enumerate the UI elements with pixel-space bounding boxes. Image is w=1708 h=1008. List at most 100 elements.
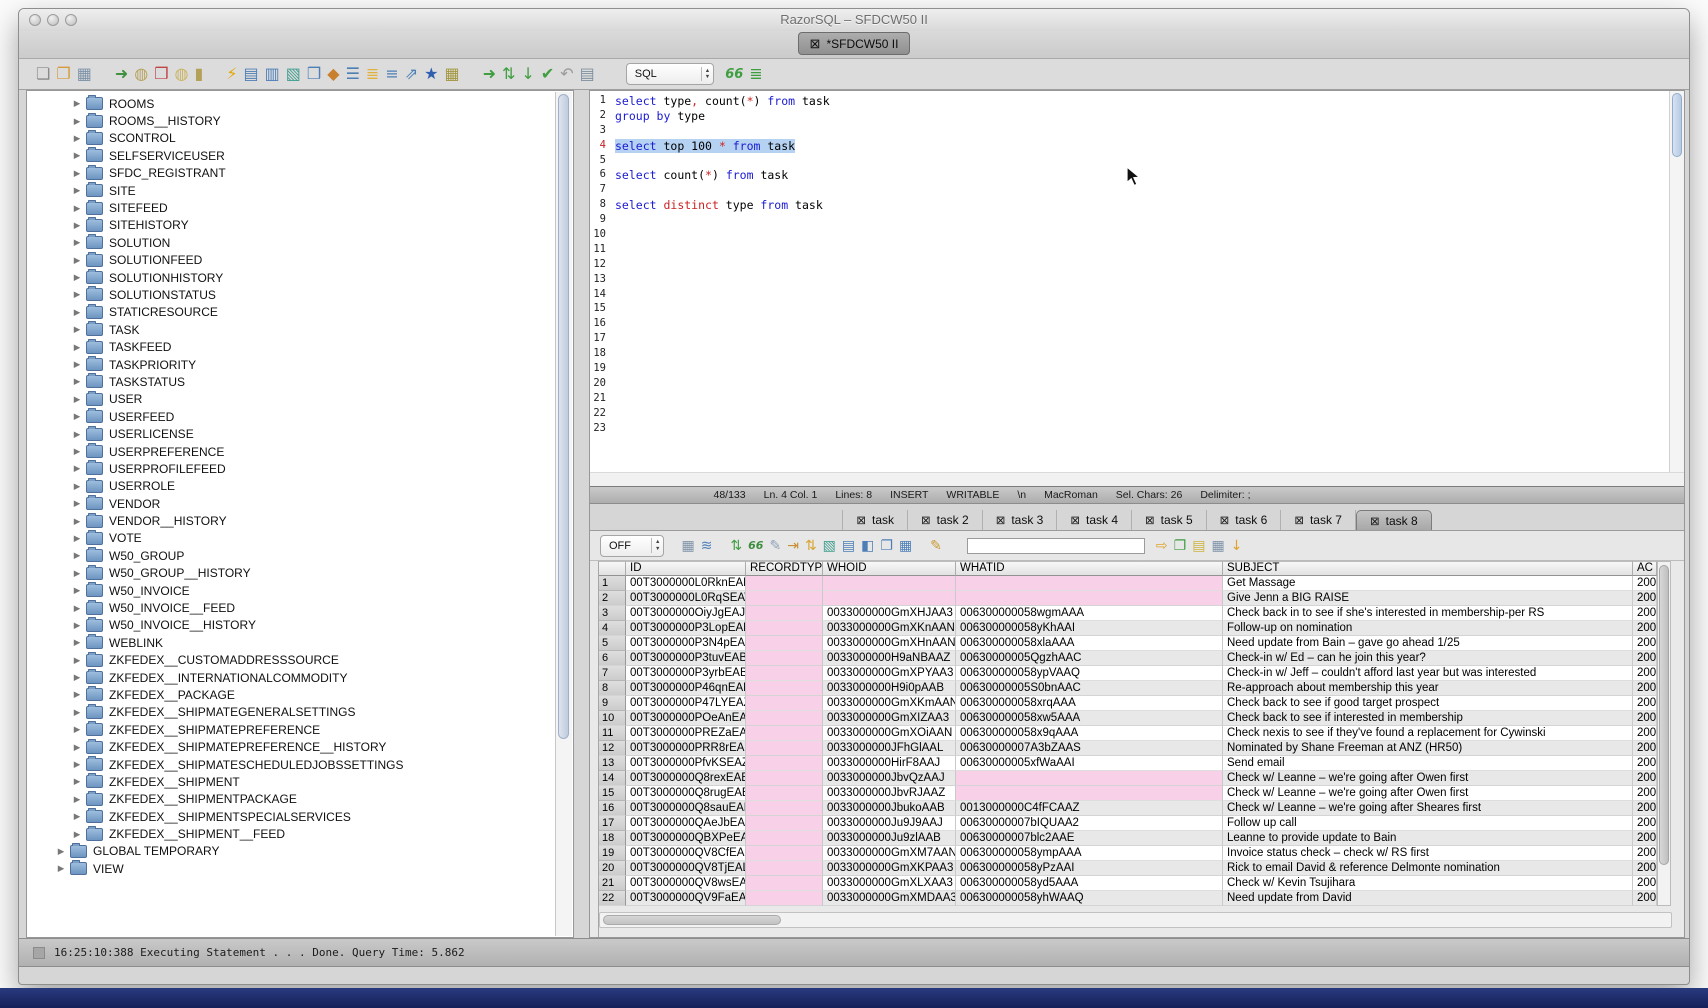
row-number-cell[interactable]: 1 bbox=[599, 576, 626, 591]
cell-subject[interactable]: Get Massage bbox=[1223, 576, 1633, 591]
disclosure-triangle-icon[interactable]: ▶ bbox=[71, 759, 83, 770]
cell-ac[interactable]: 2008 bbox=[1633, 771, 1657, 786]
tree-item-sitefeed[interactable]: ▶SITEFEED bbox=[28, 199, 556, 216]
cell-ac[interactable]: 2008 bbox=[1633, 636, 1657, 651]
cell-subject[interactable]: Check w/ Kevin Tsujihara bbox=[1223, 876, 1633, 891]
disclosure-triangle-icon[interactable]: ▶ bbox=[71, 707, 83, 718]
cell-subject[interactable]: Check-in w/ Ed – can he join this year? bbox=[1223, 651, 1633, 666]
row-number-cell[interactable]: 12 bbox=[599, 741, 626, 756]
table-row[interactable]: 2200T3000000QV9FaEAL0033000000GmXMDAA300… bbox=[599, 891, 1671, 906]
download-results-icon[interactable]: ↓ bbox=[1231, 539, 1243, 553]
cell-whoid[interactable] bbox=[823, 591, 956, 606]
export-results-icon[interactable]: ❐ bbox=[1174, 539, 1187, 553]
cell-recordtypeid[interactable] bbox=[746, 846, 823, 861]
cell-id[interactable]: 00T3000000Q8rexEAB bbox=[626, 771, 746, 786]
column-header-recordtypeid[interactable]: RECORDTYPEID bbox=[746, 561, 823, 576]
disclosure-triangle-icon[interactable]: ▶ bbox=[71, 776, 83, 787]
tab-close-icon[interactable]: ⊠ bbox=[1070, 513, 1080, 527]
disclosure-triangle-icon[interactable]: ▶ bbox=[71, 498, 83, 509]
cell-id[interactable]: 00T3000000P46qnEAB bbox=[626, 681, 746, 696]
cell-subject[interactable]: Nominated by Shane Freeman at ANZ (HR50) bbox=[1223, 741, 1633, 756]
cell-subject[interactable]: Check w/ Leanne – we're going after Owen… bbox=[1223, 771, 1633, 786]
refresh-icon[interactable]: ▧ bbox=[286, 66, 301, 82]
disclosure-triangle-icon[interactable]: ▶ bbox=[71, 724, 83, 735]
table-row[interactable]: 300T3000000OiyJgEAJ0033000000GmXHJAA3006… bbox=[599, 606, 1671, 621]
results-tab-7[interactable]: ⊠task 7 bbox=[1281, 510, 1356, 530]
database-object-tree[interactable]: ▶ROOMS▶ROOMS__HISTORY▶SCONTROL▶SELFSERVI… bbox=[28, 92, 556, 936]
tree-item-taskpriority[interactable]: ▶TASKPRIORITY bbox=[28, 356, 556, 373]
save-results-icon[interactable]: ▦ bbox=[681, 539, 694, 553]
insert-row-icon[interactable]: ⇥ bbox=[787, 539, 799, 553]
results-tab-5[interactable]: ⊠task 5 bbox=[1132, 510, 1207, 530]
tree-item-zkfedex__shipmentspecialservices[interactable]: ▶ZKFEDEX__SHIPMENTSPECIALSERVICES bbox=[28, 808, 556, 825]
tab-close-icon[interactable]: ⊠ bbox=[1145, 513, 1155, 527]
grid-corner-cell[interactable] bbox=[599, 561, 626, 576]
form-view-icon[interactable]: ◧ bbox=[861, 539, 874, 553]
tab-close-icon[interactable]: ⊠ bbox=[1220, 513, 1230, 527]
disclosure-triangle-icon[interactable]: ▶ bbox=[71, 603, 83, 614]
tab-close-icon[interactable]: ⊠ bbox=[856, 513, 866, 527]
cell-whatid[interactable]: 006300000058ypVAAQ bbox=[956, 666, 1223, 681]
table-row[interactable]: 1800T3000000QBXPeEAP0033000000Ju9zlAAB00… bbox=[599, 831, 1671, 846]
editor-horizontal-scrollbar[interactable] bbox=[590, 472, 1684, 486]
copy-table-icon[interactable]: ▦ bbox=[899, 539, 912, 553]
row-number-cell[interactable]: 16 bbox=[599, 801, 626, 816]
cell-ac[interactable]: 2008 bbox=[1633, 726, 1657, 741]
tree-item-selfserviceuser[interactable]: ▶SELFSERVICEUSER bbox=[28, 147, 556, 164]
tree-item-vendor__history[interactable]: ▶VENDOR__HISTORY bbox=[28, 512, 556, 529]
cell-whatid[interactable] bbox=[956, 786, 1223, 801]
cell-whatid[interactable]: 00630000007A3bZAAS bbox=[956, 741, 1223, 756]
tree-item-userrole[interactable]: ▶USERROLE bbox=[28, 478, 556, 495]
tree-item-scontrol[interactable]: ▶SCONTROL bbox=[28, 130, 556, 147]
cell-ac[interactable]: 2008 bbox=[1633, 621, 1657, 636]
cell-subject[interactable]: Check w/ Leanne – we're going after Shea… bbox=[1223, 801, 1633, 816]
cell-recordtypeid[interactable] bbox=[746, 606, 823, 621]
cell-ac[interactable]: 2008 bbox=[1633, 801, 1657, 816]
cell-ac[interactable]: 2008 bbox=[1633, 741, 1657, 756]
disclosure-triangle-icon[interactable]: ▶ bbox=[71, 185, 83, 196]
close-button[interactable] bbox=[29, 14, 41, 26]
editor-vertical-scrollbar[interactable] bbox=[1669, 91, 1684, 472]
table-row[interactable]: 1000T3000000POeAnEAL0033000000GmXIZAA300… bbox=[599, 711, 1671, 726]
cell-whatid[interactable] bbox=[956, 576, 1223, 591]
stop-icon[interactable] bbox=[33, 947, 45, 959]
script-results-icon[interactable]: ▤ bbox=[1192, 539, 1205, 553]
cell-recordtypeid[interactable] bbox=[746, 876, 823, 891]
tree-item-task[interactable]: ▶TASK bbox=[28, 321, 556, 338]
disclosure-triangle-icon[interactable]: ▶ bbox=[71, 829, 83, 840]
disclosure-triangle-icon[interactable]: ▶ bbox=[71, 446, 83, 457]
cell-id[interactable]: 00T3000000Q8sauEAB bbox=[626, 801, 746, 816]
cell-ac[interactable]: 2008 bbox=[1633, 591, 1657, 606]
row-number-cell[interactable]: 2 bbox=[599, 591, 626, 606]
cell-ac[interactable]: 2008 bbox=[1633, 786, 1657, 801]
row-number-cell[interactable]: 19 bbox=[599, 846, 626, 861]
tree-item-zkfedex__shipment__feed[interactable]: ▶ZKFEDEX__SHIPMENT__FEED bbox=[28, 825, 556, 842]
cell-whatid[interactable]: 00630000005S0bnAAC bbox=[956, 681, 1223, 696]
stepper-arrows-icon[interactable]: ▲▼ bbox=[651, 538, 663, 553]
cell-recordtypeid[interactable] bbox=[746, 726, 823, 741]
table-row[interactable]: 2000T3000000QV8TjEAL0033000000GmXKPAA300… bbox=[599, 861, 1671, 876]
cell-whatid[interactable] bbox=[956, 771, 1223, 786]
disclosure-triangle-icon[interactable]: ▶ bbox=[71, 150, 83, 161]
cell-recordtypeid[interactable] bbox=[746, 891, 823, 906]
cell-subject[interactable]: Invoice status check – check w/ RS first bbox=[1223, 846, 1633, 861]
disclosure-triangle-icon[interactable]: ▶ bbox=[71, 203, 83, 214]
cell-recordtypeid[interactable] bbox=[746, 861, 823, 876]
results-tab-6[interactable]: ⊠task 6 bbox=[1207, 510, 1282, 530]
tree-item-userfeed[interactable]: ▶USERFEED bbox=[28, 408, 556, 425]
view-row-icon[interactable]: 66 bbox=[748, 540, 763, 551]
disclosure-triangle-icon[interactable]: ▶ bbox=[71, 689, 83, 700]
tree-item-w50_invoice__history[interactable]: ▶W50_INVOICE__HISTORY bbox=[28, 617, 556, 634]
results-tab-3[interactable]: ⊠task 3 bbox=[983, 510, 1058, 530]
disclosure-triangle-icon[interactable]: ▶ bbox=[71, 237, 83, 248]
cell-id[interactable]: 00T3000000P47LYEAZ bbox=[626, 696, 746, 711]
tree-item-sitehistory[interactable]: ▶SITEHISTORY bbox=[28, 217, 556, 234]
fetch-icon[interactable]: ↓ bbox=[521, 66, 534, 82]
table-row[interactable]: 500T3000000P3N4pEAF0033000000GmXHnAAN006… bbox=[599, 636, 1671, 651]
cell-whoid[interactable] bbox=[823, 576, 956, 591]
cell-whatid[interactable]: 00630000005QgzhAAC bbox=[956, 651, 1223, 666]
column-header-whatid[interactable]: WHATID bbox=[956, 561, 1223, 576]
cell-whoid[interactable]: 0033000000GmXKPAA3 bbox=[823, 861, 956, 876]
disclosure-triangle-icon[interactable]: ▶ bbox=[71, 516, 83, 527]
grid-vscrollbar-thumb[interactable] bbox=[1659, 565, 1669, 865]
